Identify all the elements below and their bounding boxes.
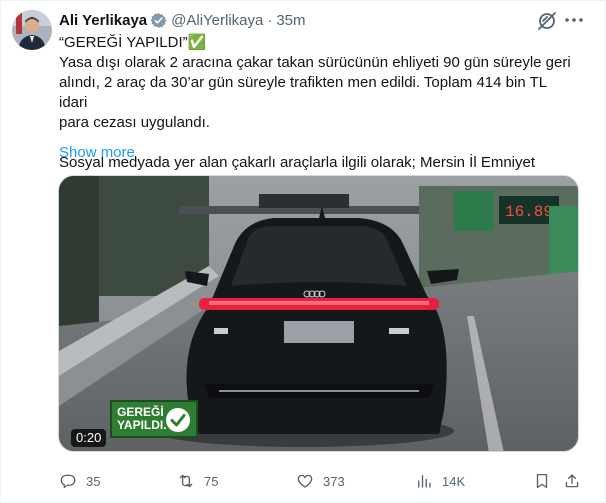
heart-icon: [297, 474, 313, 488]
views-button[interactable]: 14K: [415, 471, 465, 491]
reply-button[interactable]: 35: [59, 471, 100, 491]
show-more-link[interactable]: Show more: [59, 144, 135, 161]
check-mark-icon: [166, 408, 190, 432]
reply-icon: [60, 474, 76, 489]
like-count: 373: [323, 473, 345, 489]
post-line: Yasa dışı olarak 2 aracına çakar takan s…: [59, 54, 571, 71]
analytics-bars-icon: [418, 475, 431, 488]
post-line: “GEREĞİ YAPILDI”✅: [59, 34, 207, 51]
reply-count: 35: [86, 473, 101, 489]
action-bar: 35 75 373 14K: [59, 471, 583, 491]
share-icon: [565, 474, 579, 488]
repost-icon: [179, 474, 193, 488]
post-line: alındı, 2 araç da 30’ar gün süreyle traf…: [59, 74, 547, 111]
post-text: “GEREĞİ YAPILDI”✅ Yasa dışı olarak 2 ara…: [59, 33, 579, 173]
post-line: Sosyal medyada yer alan çakarlı araçlarl…: [59, 154, 536, 171]
view-count: 14K: [442, 473, 466, 489]
more-options-button[interactable]: [563, 9, 585, 31]
grok-button[interactable]: [536, 10, 558, 32]
post-line: para cezası uygulandı.: [59, 114, 210, 131]
author-handle[interactable]: @AliYerlikaya: [171, 12, 263, 29]
avatar[interactable]: [12, 10, 52, 50]
more-horizontal-icon: [565, 18, 583, 22]
video-player[interactable]: 16.89 GEREĞİ YAPILDI. 0:20: [58, 175, 579, 452]
separator-dot: ·: [267, 11, 273, 29]
verified-badge-icon: [150, 12, 167, 28]
post-timestamp[interactable]: 35m: [276, 12, 305, 29]
share-button[interactable]: [563, 471, 581, 491]
post-line: [59, 133, 579, 153]
like-button[interactable]: 373: [296, 471, 345, 491]
video-duration: 0:20: [71, 429, 107, 447]
profile-photo-icon: [12, 10, 52, 50]
tweet-header: Ali Yerlikaya @AliYerlikaya · 35m: [59, 10, 306, 30]
price-sign-text: 16.89: [505, 203, 553, 221]
repost-count: 75: [204, 473, 219, 489]
bookmark-icon: [536, 473, 548, 489]
grok-icon: [538, 12, 556, 30]
stamp-text: GEREĞİ YAPILDI.: [117, 405, 167, 432]
gerekli-yapildi-stamp: GEREĞİ YAPILDI.: [110, 400, 198, 438]
tweet: Ali Yerlikaya @AliYerlikaya · 35m “GEREĞ…: [0, 0, 606, 503]
author-name[interactable]: Ali Yerlikaya: [59, 12, 147, 29]
repost-button[interactable]: 75: [177, 471, 218, 491]
bookmark-button[interactable]: [533, 471, 551, 491]
